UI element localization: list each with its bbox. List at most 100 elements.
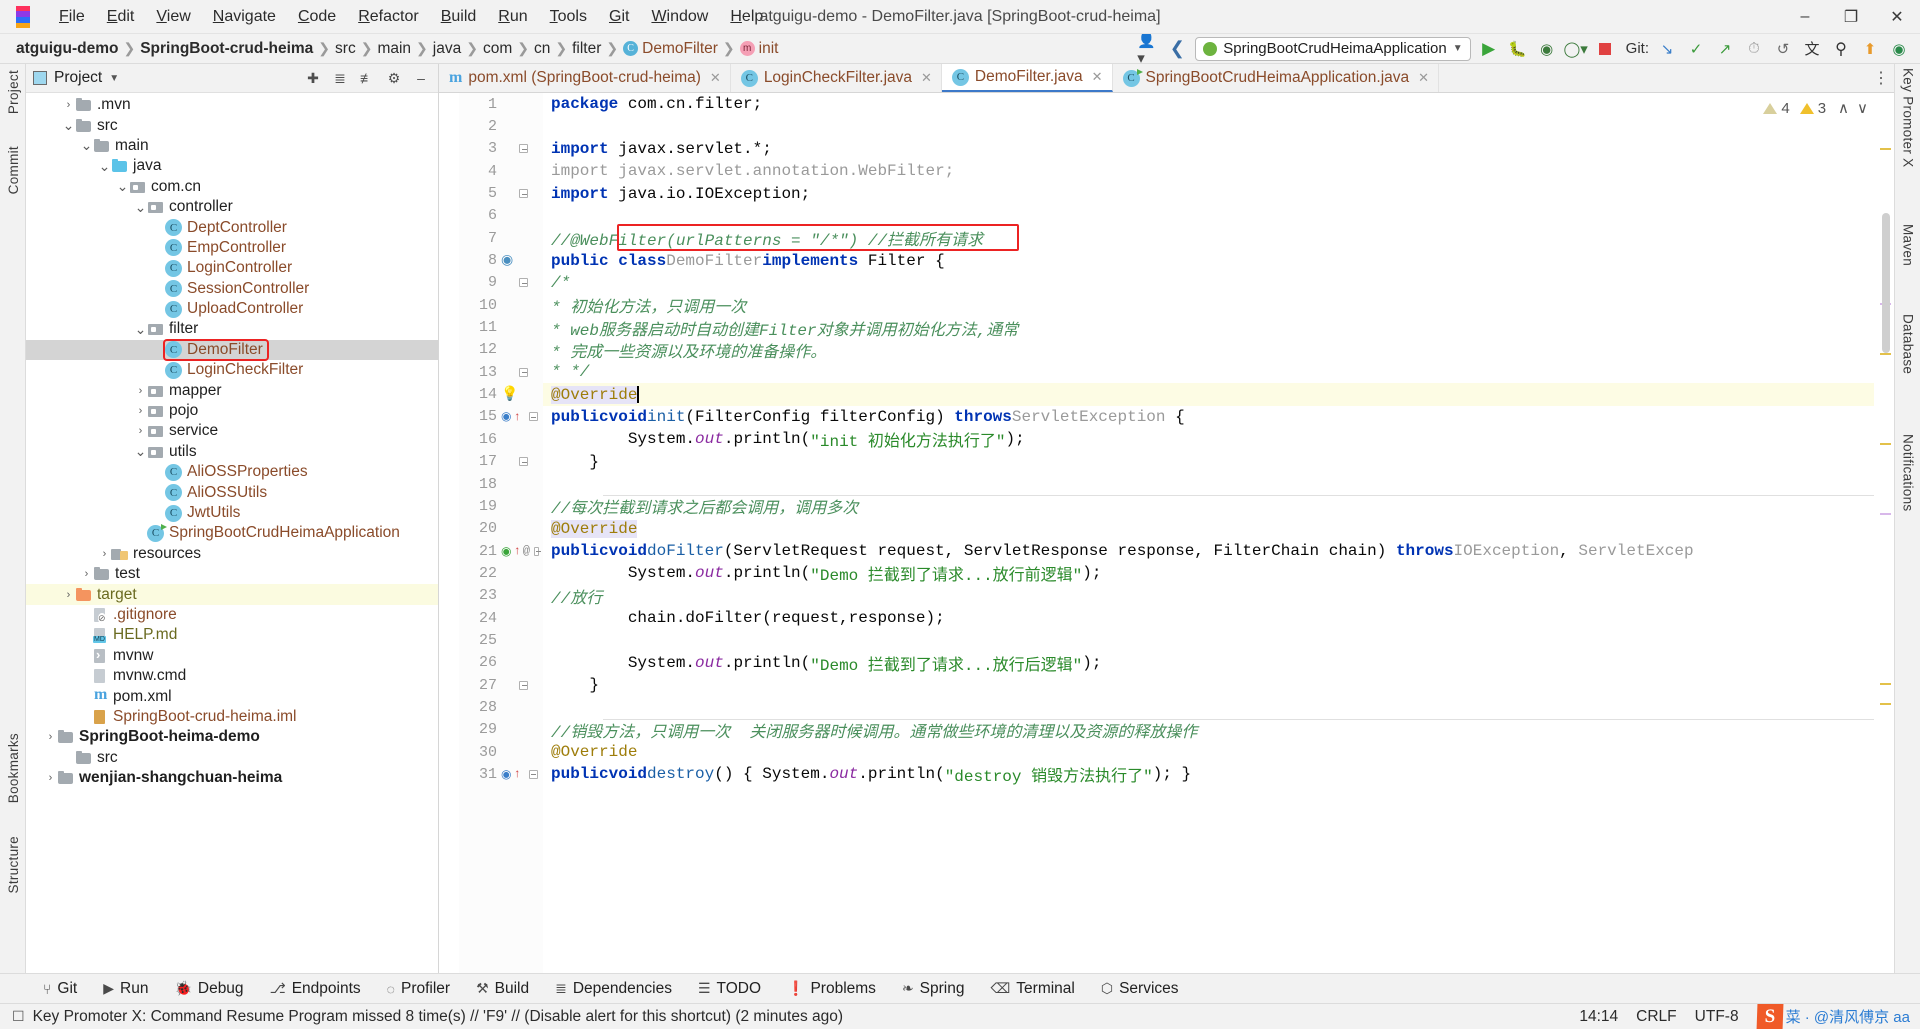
tool-window-terminal[interactable]: ⌫ Terminal	[977, 974, 1087, 1004]
chevron-right-icon[interactable]: ›	[62, 99, 75, 111]
tree-item-controller[interactable]: ⌄ controller	[26, 197, 438, 217]
gutter-line-1[interactable]: 1	[459, 93, 543, 115]
tree-item-src[interactable]: src	[26, 748, 438, 768]
gutter-line-12[interactable]: 12	[459, 339, 543, 361]
code-line-10[interactable]: * 初始化方法，只调用一次	[543, 294, 1874, 317]
left-tool-rail[interactable]: Project Commit Bookmarks Structure	[0, 64, 26, 973]
editor-tab-springbootcrudheimaapplication-java[interactable]: C SpringBootCrudHeimaApplication.java ✕	[1113, 64, 1440, 92]
minimize-button[interactable]: –	[1782, 0, 1828, 34]
gutter-icons[interactable]	[497, 144, 539, 154]
code-area[interactable]: package com.cn.filter; import javax.serv…	[543, 93, 1874, 973]
chevron-down-icon[interactable]: ⌄	[116, 178, 129, 195]
tree-item-empcontroller[interactable]: C EmpController	[26, 238, 438, 258]
code-line-6[interactable]	[543, 205, 1874, 227]
tree-item-mapper[interactable]: › mapper	[26, 380, 438, 400]
spring-bean-icon[interactable]: ◉	[501, 252, 513, 269]
tree-item--gitignore[interactable]: .gitignore	[26, 605, 438, 625]
gutter-line-25[interactable]: 25	[459, 629, 543, 651]
tool-window-git[interactable]: ⑂ Git	[30, 974, 90, 1004]
chevron-down-icon[interactable]: ⌄	[62, 117, 75, 134]
rail-commit[interactable]: Commit	[0, 146, 26, 194]
line-separator[interactable]: CRLF	[1636, 1008, 1676, 1026]
chevron-right-icon[interactable]: ›	[134, 405, 147, 417]
gutter-line-17[interactable]: 17	[459, 451, 543, 473]
tree-item-target[interactable]: › target	[26, 584, 438, 605]
rail-notifications[interactable]: Notifications	[1895, 434, 1920, 511]
code-line-16[interactable]: System. out .println("init 初始化方法执行了");	[543, 428, 1874, 451]
tree-item-com-cn[interactable]: ⌄ com.cn	[26, 177, 438, 197]
rail-bookmarks[interactable]: Bookmarks	[0, 733, 26, 803]
close-tab-icon[interactable]: ✕	[1092, 69, 1103, 85]
breadcrumb-java[interactable]: java	[429, 38, 465, 60]
git-update-icon[interactable]: ↘	[1656, 38, 1678, 60]
gutter-icons[interactable]: 💡	[497, 386, 539, 403]
chevron-down-icon[interactable]: ▼	[1453, 43, 1463, 54]
close-tab-icon[interactable]: ✕	[1418, 70, 1429, 86]
code-line-4[interactable]: import javax.servlet.annotation.WebFilte…	[543, 160, 1874, 182]
code-line-7[interactable]: //@WebFilter(urlPatterns = "/*") //拦截所有请…	[543, 227, 1874, 250]
gutter-line-15[interactable]: 15 ◉ ↑	[459, 406, 543, 428]
settings-gear-icon[interactable]: ⚙	[384, 68, 404, 88]
fold-icon[interactable]	[519, 144, 528, 154]
tree-item-pojo[interactable]: › pojo	[26, 401, 438, 421]
search-icon[interactable]: ⚲	[1830, 38, 1852, 60]
code-line-14[interactable]: @Override	[543, 383, 1874, 406]
gutter-line-10[interactable]: 10	[459, 294, 543, 316]
fold-icon[interactable]	[519, 367, 528, 377]
tree-item-deptcontroller[interactable]: C DeptController	[26, 217, 438, 237]
close-button[interactable]: ✕	[1874, 0, 1920, 34]
rail-structure[interactable]: Structure	[0, 836, 26, 893]
gutter-line-30[interactable]: 30	[459, 741, 543, 763]
code-line-27[interactable]: }	[543, 674, 1874, 696]
fold-icon[interactable]	[519, 457, 528, 467]
tree-item-test[interactable]: › test	[26, 564, 438, 584]
gutter-line-21[interactable]: 21 ◉ ↑ @	[459, 540, 543, 562]
tool-window-build[interactable]: ⚒ Build	[463, 974, 542, 1004]
breadcrumb-springboot-crud-heima[interactable]: SpringBoot-crud-heima	[136, 38, 317, 60]
chevron-down-icon[interactable]: ▼	[109, 73, 119, 84]
breadcrumb[interactable]: atguigu-demo ❯ SpringBoot-crud-heima ❯ src ❯ m…	[12, 38, 782, 60]
inspection-scrollbar[interactable]	[1874, 93, 1894, 973]
tree-item-src[interactable]: ⌄ src	[26, 115, 438, 135]
tab-options-icon[interactable]: ⋮	[1868, 64, 1894, 92]
implementing-method-icon[interactable]: ◉	[501, 767, 511, 782]
chevron-right-icon[interactable]: ›	[80, 568, 93, 580]
editor-tab-pom-xml-springboot-crud-heima-[interactable]: m pom.xml (SpringBoot-crud-heima) ✕	[439, 64, 731, 92]
gutter-line-29[interactable]: 29	[459, 719, 543, 741]
gutter-line-27[interactable]: 27	[459, 674, 543, 696]
menu-tools[interactable]: Tools	[539, 5, 598, 29]
tree-item-filter[interactable]: ⌄ filter	[26, 319, 438, 339]
gutter-line-7[interactable]: 7	[459, 227, 543, 249]
inspection-mark[interactable]	[1880, 148, 1891, 150]
gutter-line-22[interactable]: 22	[459, 562, 543, 584]
git-push-icon[interactable]: ↗	[1714, 38, 1736, 60]
profile-icon[interactable]: 👤▾	[1137, 32, 1159, 67]
menu-build[interactable]: Build	[430, 5, 488, 29]
tree-item-aliossutils[interactable]: C AliOSSUtils	[26, 482, 438, 502]
gutter-line-9[interactable]: 9	[459, 272, 543, 294]
tree-item-help-md[interactable]: HELP.md	[26, 625, 438, 645]
window-controls[interactable]: – ❐ ✕	[1782, 0, 1920, 34]
tree-item-mvnw-cmd[interactable]: mvnw.cmd	[26, 666, 438, 686]
tree-item--mvn[interactable]: › .mvn	[26, 95, 438, 115]
tool-window-problems[interactable]: ❗ Problems	[774, 974, 889, 1004]
right-tool-rail[interactable]: Key Promoter X Maven Database Notificati…	[1894, 64, 1920, 973]
caret-position[interactable]: 14:14	[1579, 1008, 1618, 1026]
tree-item-wenjian-shangchuan-heima[interactable]: › wenjian-shangchuan-heima	[26, 768, 438, 788]
code-line-21[interactable]: public void doFilter (ServletRequest requ…	[543, 540, 1874, 562]
fold-icon[interactable]	[519, 680, 528, 690]
gutter-icons[interactable]	[497, 189, 539, 199]
tree-item-demofilter[interactable]: C DemoFilter	[26, 338, 438, 361]
override-arrow-icon[interactable]: ↑	[513, 767, 520, 781]
override-arrow-icon[interactable]: ↑	[513, 544, 520, 558]
tree-item-springbootcrudheimaapplication[interactable]: C SpringBootCrudHeimaApplication	[26, 523, 438, 543]
code-line-2[interactable]	[543, 115, 1874, 137]
chevron-right-icon[interactable]: ›	[44, 772, 57, 784]
code-line-22[interactable]: System. out .println("Demo 拦截到了请求...放行前逻辑"…	[543, 562, 1874, 585]
gutter-line-18[interactable]: 18	[459, 473, 543, 495]
code-line-23[interactable]: //放行	[543, 585, 1874, 608]
code-line-18[interactable]	[543, 473, 1874, 495]
git-rollback-icon[interactable]: ↺	[1772, 38, 1794, 60]
editor-tab-demofilter-java[interactable]: C DemoFilter.java ✕	[941, 64, 1113, 92]
gutter-icons[interactable]	[497, 457, 539, 467]
